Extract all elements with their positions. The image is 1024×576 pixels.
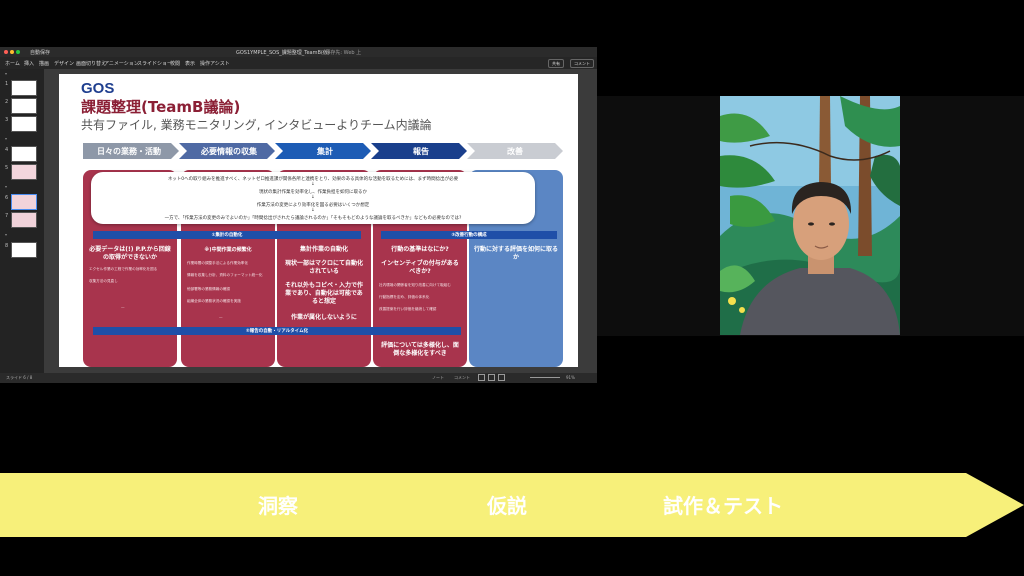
minimize-window-icon[interactable] [10, 50, 14, 54]
col3-line: 作業が属化しないように [291, 314, 357, 321]
normal-view-icon[interactable] [478, 374, 485, 381]
col1-heading: 必要データは(!) P.P.から回線の取得ができないか [89, 246, 171, 261]
col1-note: — [121, 305, 125, 309]
col2-note: 他部署等の業務情報の確認 [187, 287, 231, 291]
col5-heading: 行動に対する評価を如何に取るか [473, 246, 558, 261]
menu-design[interactable]: デザイン [54, 60, 74, 67]
flow-step-aggregate: 集計 [317, 146, 333, 156]
thumb-number: 1 [5, 81, 9, 87]
participant-video [720, 96, 900, 335]
slide-thumbnail[interactable] [11, 212, 37, 228]
banner-step-hypothesis: 仮説 [487, 494, 527, 518]
zoom-slider[interactable] [530, 377, 560, 378]
thumb-number: 7 [5, 213, 9, 219]
close-window-icon[interactable] [4, 50, 8, 54]
zoom-level[interactable]: 91% [566, 375, 575, 380]
slide-title: 課題整理(TeamB議論) [81, 98, 241, 116]
slide-thumbnail[interactable] [11, 164, 37, 180]
col4-line: インセンティブの付与があるべきか? [381, 260, 459, 275]
slide-brand: GOS [81, 80, 115, 97]
slide-subtitle: 共有ファイル, 業務モニタリング, インタビューよりチーム内議論 [81, 118, 432, 132]
menu-view[interactable]: 表示 [185, 60, 195, 67]
bar-report-automation: ②報告の自動・リアルタイム化 [93, 327, 461, 335]
section-label: ▾ [5, 136, 8, 141]
menu-transitions[interactable]: 画面切り替え [76, 60, 106, 67]
col3-heading: 集計作業の自動化 [299, 246, 348, 253]
share-button[interactable]: 共有 [548, 59, 564, 68]
col4-note: 改善提案を行い評価を継続して確認 [379, 307, 437, 311]
section-label: ▾ [5, 71, 8, 76]
virtual-background-jungle [720, 96, 900, 335]
banner-step-insight: 洞察 [258, 494, 298, 518]
notes-button[interactable]: ノート [432, 375, 444, 381]
slide-thumbnail[interactable] [11, 80, 37, 96]
thumb-number: 8 [5, 243, 9, 249]
bubble-arrow: ↓ [311, 208, 315, 213]
col4-heading: 行動の基準はなにか? [391, 246, 449, 253]
slide-thumbnail-panel: ▾ 1 2 3 ▾ 4 5 ▾ 6 7 ▾ 8 [0, 69, 44, 373]
flow-step-collect: 必要情報の収集 [201, 146, 257, 156]
slide: GOS 課題整理(TeamB議論) 共有ファイル, 業務モニタリング, インタビ… [59, 74, 578, 367]
status-bar: スライド 6 / 8 ノート コメント 91% [0, 373, 597, 383]
menu-animations[interactable]: アニメーション [104, 60, 139, 67]
bubble-arrow: ↓ [311, 182, 315, 187]
flow-step-improve: 改善 [507, 146, 523, 156]
bar-aggregation-automation: ①集計の自動化 [93, 231, 361, 239]
document-title: GOS1YMPLE_SOS_課題整理_TeamB(仮) [236, 50, 330, 56]
thumb-number: 6 [5, 195, 9, 201]
col4-line: 評価については多様化し、面倒な多様化をすべき [381, 342, 459, 357]
col2-note: 作業時間の調整手法による作業効率化 [187, 261, 248, 265]
section-label: ▾ [5, 232, 8, 237]
thumb-number: 3 [5, 117, 9, 123]
menu-slideshow[interactable]: スライドショー [137, 60, 172, 67]
reading-view-icon[interactable] [498, 374, 505, 381]
col2-heading: ※)中間作業の頻繁化 [204, 247, 252, 253]
menu-home[interactable]: ホーム [5, 60, 20, 67]
slide-thumbnail[interactable] [11, 146, 37, 162]
col4-note: 行動指標を定め、評価の体系化 [379, 295, 430, 299]
thumb-number: 4 [5, 147, 9, 153]
thumb-number: 5 [5, 165, 9, 171]
save-location: - 保存先: Web 上 [322, 50, 362, 56]
bubble-line: 一方で、「作業方法の変更のみでよいのか」「時間捻出がされたら議論されるのか」「そ… [164, 216, 462, 221]
col2-note: 情報を収集し分析、資料のフォーマット統一化 [187, 273, 263, 277]
section-label: ▾ [5, 184, 8, 189]
flow-step-report: 報告 [413, 146, 429, 156]
slide-thumbnail[interactable] [11, 98, 37, 114]
problem-statement-bubble: ネット0への取り組みを推進すべく、ネットゼロ推進課が関係各所と連携をとり、効果の… [91, 172, 535, 224]
menu-draw[interactable]: 描画 [39, 60, 49, 67]
bar-improvement-actions: ③改善行動の構成 [381, 231, 557, 239]
menu-review[interactable]: 校閲 [170, 60, 180, 67]
menu-tell-me[interactable]: 操作アシスト [200, 60, 230, 67]
col1-note: 収集方法の見直し [89, 279, 118, 283]
bubble-arrow: ↓ [311, 195, 315, 200]
sorter-view-icon[interactable] [488, 374, 495, 381]
ribbon-menu-bar: ホーム 挿入 描画 デザイン 画面切り替え アニメーション スライドショー 校閲… [0, 57, 597, 69]
comments-status-button[interactable]: コメント [454, 375, 470, 381]
comments-button[interactable]: コメント [570, 59, 594, 68]
autosave-toggle[interactable]: 自動保存 [30, 49, 50, 56]
banner-step-prototype-test: 試作＆テスト [663, 494, 783, 518]
slide-thumbnail-selected[interactable] [11, 194, 37, 210]
flow-step-daily-work: 日々の業務・活動 [97, 146, 161, 156]
slide-thumbnail[interactable] [11, 242, 37, 258]
slide-thumbnail[interactable] [11, 116, 37, 132]
col2-note: — [219, 315, 223, 319]
col3-line: それ以外もコピペ・入力で作業であり、自動化は可能であると想定 [284, 282, 363, 305]
title-bar: 自動保存 GOS1YMPLE_SOS_課題整理_TeamB(仮) - 保存先: … [0, 47, 597, 57]
menu-insert[interactable]: 挿入 [24, 60, 34, 67]
slide-counter: スライド 6 / 8 [6, 375, 33, 380]
col3-line: 現状一部はマクロにて自動化されている [284, 260, 363, 275]
col1-note: エクセル作業の工程で作業の効率化を図る [89, 267, 158, 271]
thumb-number: 2 [5, 99, 9, 105]
maximize-window-icon[interactable] [16, 50, 20, 54]
col4-note: 社内環境の関係者を知り改善に向けて取組む [379, 283, 451, 287]
col2-note: 組織全体の業務状況の確認を実施 [187, 299, 241, 303]
